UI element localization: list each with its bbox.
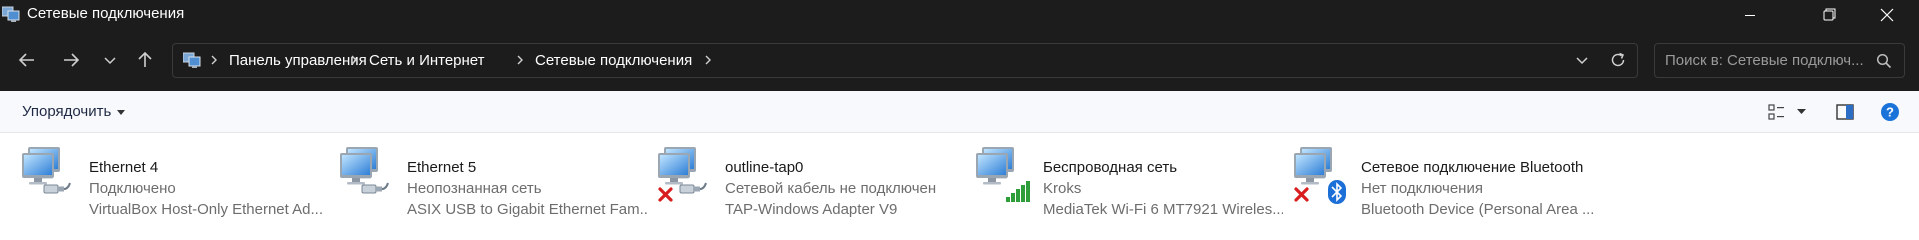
close-icon: [1880, 8, 1894, 21]
connection-device: Bluetooth Device (Personal Area ...: [1361, 201, 1595, 218]
arrow-left-icon: [18, 53, 34, 67]
connection-text: outline-tap0 Сетевой кабель не подключен…: [725, 157, 965, 220]
chevron-down-icon: [104, 57, 116, 65]
wifi-signal-icon: [976, 147, 1030, 202]
recent-locations-button[interactable]: [93, 43, 127, 77]
connection-item-ethernet-5[interactable]: Ethernet 5 Неопознанная сеть ASIX USB to…: [340, 145, 660, 220]
refresh-icon[interactable]: [1609, 51, 1627, 69]
search-input[interactable]: Поиск в: Сетевые подключ...: [1654, 43, 1905, 78]
breadcrumb-control-panel[interactable]: Панель управления: [229, 52, 367, 70]
breadcrumb-network-internet[interactable]: Сеть и Интернет: [369, 52, 485, 70]
connection-text: Беспроводная сеть Kroks MediaTek Wi-Fi 6…: [1043, 157, 1283, 220]
preview-pane-icon[interactable]: [1836, 103, 1854, 121]
organize-button[interactable]: Упорядочить: [22, 103, 126, 120]
connections-list: Ethernet 4 Подключено VirtualBox Host-On…: [0, 133, 1919, 219]
connection-device: TAP-Windows Adapter V9: [725, 201, 898, 218]
change-view-icon[interactable]: [1768, 103, 1786, 121]
minimize-icon: [1745, 14, 1755, 16]
breadcrumb-network-connections[interactable]: Сетевые подключения: [535, 52, 692, 70]
title-bar: Сетевые подключения: [0, 0, 1919, 29]
ethernet-connected-icon: [22, 147, 71, 194]
bluetooth-icon: [1294, 147, 1346, 204]
forward-button[interactable]: [54, 43, 88, 77]
search-icon: [1876, 53, 1892, 69]
command-bar: Упорядочить ?: [0, 91, 1919, 133]
connection-status: Сетевой кабель не подключен: [725, 180, 937, 197]
connection-device: VirtualBox Host-Only Ethernet Ad...: [89, 201, 324, 218]
close-button[interactable]: [1864, 0, 1910, 29]
caret-down-icon[interactable]: [1797, 109, 1806, 115]
chevron-right-icon: [211, 55, 217, 65]
connection-name: outline-tap0: [725, 159, 804, 176]
connection-item-bluetooth[interactable]: Сетевое подключение Bluetooth Нет подклю…: [1294, 145, 1614, 220]
connection-text: Ethernet 4 Подключено VirtualBox Host-On…: [89, 157, 329, 220]
connection-device: ASIX USB to Gigabit Ethernet Fam...: [407, 201, 647, 218]
chevron-right-icon[interactable]: [703, 53, 713, 67]
restore-button[interactable]: [1806, 0, 1852, 29]
ethernet-disconnected-icon: [658, 147, 707, 202]
up-button[interactable]: [128, 43, 162, 77]
window-title: Сетевые подключения: [27, 5, 185, 22]
connection-status: Нет подключения: [1361, 180, 1483, 197]
error-x-icon: [658, 187, 673, 202]
navigation-bar: Панель управления Сеть и Интернет Сетевы…: [0, 29, 1919, 91]
connection-item-outline-tap0[interactable]: outline-tap0 Сетевой кабель не подключен…: [658, 145, 978, 220]
organize-label: Упорядочить: [22, 103, 112, 120]
help-icon[interactable]: ?: [1880, 102, 1900, 122]
address-bar[interactable]: Панель управления Сеть и Интернет Сетевы…: [172, 43, 1638, 78]
connection-text: Сетевое подключение Bluetooth Нет подклю…: [1361, 157, 1601, 220]
chevron-down-icon[interactable]: [1575, 53, 1589, 67]
connection-name: Сетевое подключение Bluetooth: [1361, 159, 1584, 176]
connection-item-ethernet-4[interactable]: Ethernet 4 Подключено VirtualBox Host-On…: [22, 145, 342, 220]
connection-name: Ethernet 4: [89, 159, 159, 176]
network-connections-icon: [183, 52, 201, 68]
arrow-right-icon: [64, 53, 80, 67]
connection-status: Неопознанная сеть: [407, 180, 542, 197]
chevron-right-icon[interactable]: [349, 53, 359, 67]
svg-text:?: ?: [1886, 105, 1894, 120]
network-connections-icon: [2, 6, 20, 22]
connection-item-wireless[interactable]: Беспроводная сеть Kroks MediaTek Wi-Fi 6…: [976, 145, 1296, 220]
back-button[interactable]: [10, 43, 44, 77]
connection-name: Ethernet 5: [407, 159, 477, 176]
caret-down-icon: [117, 109, 126, 115]
arrow-up-icon: [138, 51, 152, 67]
connection-status: Kroks: [1043, 180, 1082, 197]
connection-status: Подключено: [89, 180, 176, 197]
connection-text: Ethernet 5 Неопознанная сеть ASIX USB to…: [407, 157, 647, 220]
chevron-right-icon[interactable]: [515, 53, 525, 67]
search-placeholder: Поиск в: Сетевые подключ...: [1665, 52, 1864, 69]
minimize-button[interactable]: [1727, 0, 1773, 29]
ethernet-connected-icon: [340, 147, 389, 194]
connection-device: MediaTek Wi-Fi 6 MT7921 Wireles...: [1043, 201, 1283, 218]
restore-icon: [1823, 8, 1835, 21]
connection-name: Беспроводная сеть: [1043, 159, 1178, 176]
